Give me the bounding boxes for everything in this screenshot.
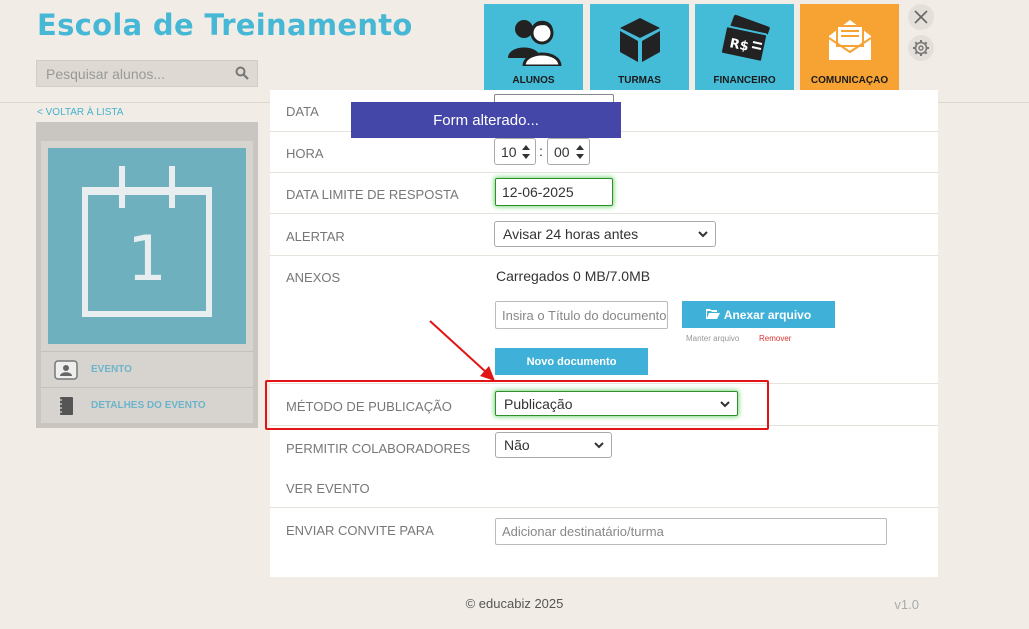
- version-label: v1.0: [894, 597, 919, 612]
- annotation-arrow: [429, 320, 495, 381]
- footer-copyright: © educabiz 2025: [465, 596, 564, 611]
